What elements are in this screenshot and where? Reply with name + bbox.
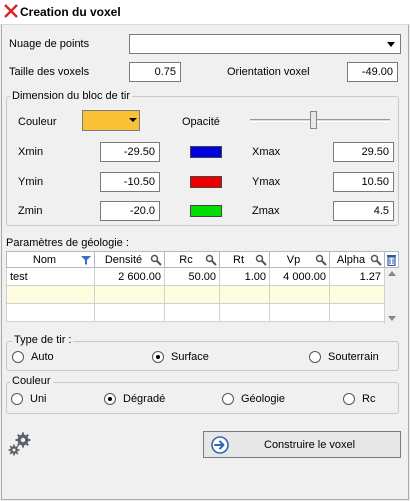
shot-type-title: Type de tir : — [12, 334, 74, 346]
delete-column-header[interactable] — [384, 251, 399, 268]
radio-rc[interactable] — [343, 393, 355, 405]
column-header-alpha[interactable]: Alpha — [329, 251, 385, 268]
scroll-up-icon[interactable] — [388, 270, 396, 276]
orientation-field[interactable]: -49.00 — [347, 62, 398, 82]
close-icon[interactable] — [3, 3, 19, 19]
new-cell[interactable] — [6, 285, 95, 304]
xmin-field[interactable]: -29.50 — [100, 142, 160, 162]
radio-degrade-label[interactable]: Dégradé — [123, 393, 165, 405]
column-header-rc[interactable]: Rc — [164, 251, 220, 268]
radio-auto[interactable] — [12, 351, 24, 363]
radio-souterrain-label[interactable]: Souterrain — [328, 351, 379, 363]
title-bar: Creation du voxel — [0, 0, 410, 25]
voxel-size-field[interactable]: 0.75 — [129, 62, 181, 82]
color-mode-group — [6, 382, 399, 414]
empty-row — [6, 303, 399, 322]
opacity-slider-track[interactable] — [250, 119, 390, 122]
search-icon[interactable] — [150, 254, 162, 266]
ymax-label: Ymax — [252, 176, 281, 188]
column-header-rt[interactable]: Rt — [219, 251, 270, 268]
xmin-label: Xmin — [18, 146, 44, 158]
column-header-nom[interactable]: Nom — [6, 251, 95, 268]
column-header-vp[interactable]: Vp — [269, 251, 330, 268]
geology-table: Nom Densité Rc Rt Vp Alpha test 2 600.00… — [6, 251, 399, 322]
new-cell[interactable] — [94, 285, 165, 304]
new-cell[interactable] — [269, 285, 330, 304]
cell-densite[interactable]: 2 600.00 — [94, 267, 165, 286]
radio-geologie-label[interactable]: Géologie — [241, 393, 285, 405]
radio-surface-label[interactable]: Surface — [171, 351, 209, 363]
table-row[interactable]: test 2 600.00 50.00 1.00 4 000.00 1.27 — [6, 267, 399, 286]
new-cell[interactable] — [329, 285, 385, 304]
empty-cell — [269, 303, 330, 322]
color-label: Couleur — [18, 116, 57, 128]
ymin-label: Ymin — [18, 176, 44, 188]
radio-surface[interactable] — [152, 351, 164, 363]
filter-icon[interactable] — [80, 254, 92, 266]
empty-cell — [6, 303, 95, 322]
ymax-field[interactable]: 10.50 — [333, 172, 394, 192]
scroll-down-icon[interactable] — [388, 316, 396, 322]
window-title: Creation du voxel — [20, 5, 121, 19]
zmax-label: Zmax — [252, 205, 280, 217]
search-icon[interactable] — [315, 254, 327, 266]
search-icon[interactable] — [255, 254, 267, 266]
empty-cell — [329, 303, 385, 322]
empty-cell — [219, 303, 270, 322]
radio-geologie[interactable] — [222, 393, 234, 405]
zmin-label: Zmin — [18, 205, 43, 217]
new-row[interactable] — [6, 285, 399, 304]
y-axis-color-swatch — [190, 176, 222, 188]
chevron-down-icon[interactable] — [384, 37, 398, 51]
radio-auto-label[interactable]: Auto — [31, 351, 54, 363]
build-voxel-button[interactable]: Construire le voxel — [203, 431, 401, 458]
z-axis-color-swatch — [190, 205, 222, 217]
voxel-size-label: Taille des voxels — [9, 66, 90, 78]
cell-alpha[interactable]: 1.27 — [329, 267, 385, 286]
settings-gears-icon[interactable] — [7, 431, 33, 457]
radio-rc-label[interactable]: Rc — [362, 393, 375, 405]
column-header-densite[interactable]: Densité — [94, 251, 165, 268]
radio-souterrain[interactable] — [309, 351, 321, 363]
x-axis-color-swatch — [190, 146, 222, 158]
xmax-label: Xmax — [252, 146, 281, 158]
point-cloud-label: Nuage de points — [9, 38, 90, 50]
color-picker[interactable] — [82, 110, 140, 131]
empty-cell — [164, 303, 220, 322]
chevron-down-icon[interactable] — [129, 116, 137, 124]
zmin-field[interactable]: -20.0 — [100, 201, 160, 221]
opacity-label: Opacité — [182, 116, 220, 128]
cell-nom[interactable]: test — [6, 267, 95, 286]
arrow-right-circle-icon — [211, 436, 229, 454]
geology-label: Paramètres de géologie : — [6, 237, 129, 249]
trash-icon[interactable] — [386, 254, 397, 266]
table-scrollbar[interactable] — [384, 268, 398, 324]
xmax-field[interactable]: 29.50 — [333, 142, 394, 162]
orientation-label: Orientation voxel — [227, 66, 310, 78]
point-cloud-select[interactable] — [129, 34, 401, 54]
radio-degrade[interactable] — [104, 393, 116, 405]
ymin-field[interactable]: -10.50 — [100, 172, 160, 192]
zmax-field[interactable]: 4.5 — [333, 201, 394, 221]
new-cell[interactable] — [219, 285, 270, 304]
opacity-slider-thumb[interactable] — [310, 111, 317, 129]
radio-uni[interactable] — [11, 393, 23, 405]
radio-uni-label[interactable]: Uni — [30, 393, 47, 405]
block-dimension-title: Dimension du bloc de tir — [10, 90, 133, 102]
cell-rc[interactable]: 50.00 — [164, 267, 220, 286]
cell-vp[interactable]: 4 000.00 — [269, 267, 330, 286]
build-voxel-label: Construire le voxel — [264, 439, 356, 451]
color-mode-title: Couleur — [10, 375, 53, 387]
cell-rt[interactable]: 1.00 — [219, 267, 270, 286]
search-icon[interactable] — [205, 254, 217, 266]
empty-cell — [94, 303, 165, 322]
search-icon[interactable] — [370, 254, 382, 266]
new-cell[interactable] — [164, 285, 220, 304]
